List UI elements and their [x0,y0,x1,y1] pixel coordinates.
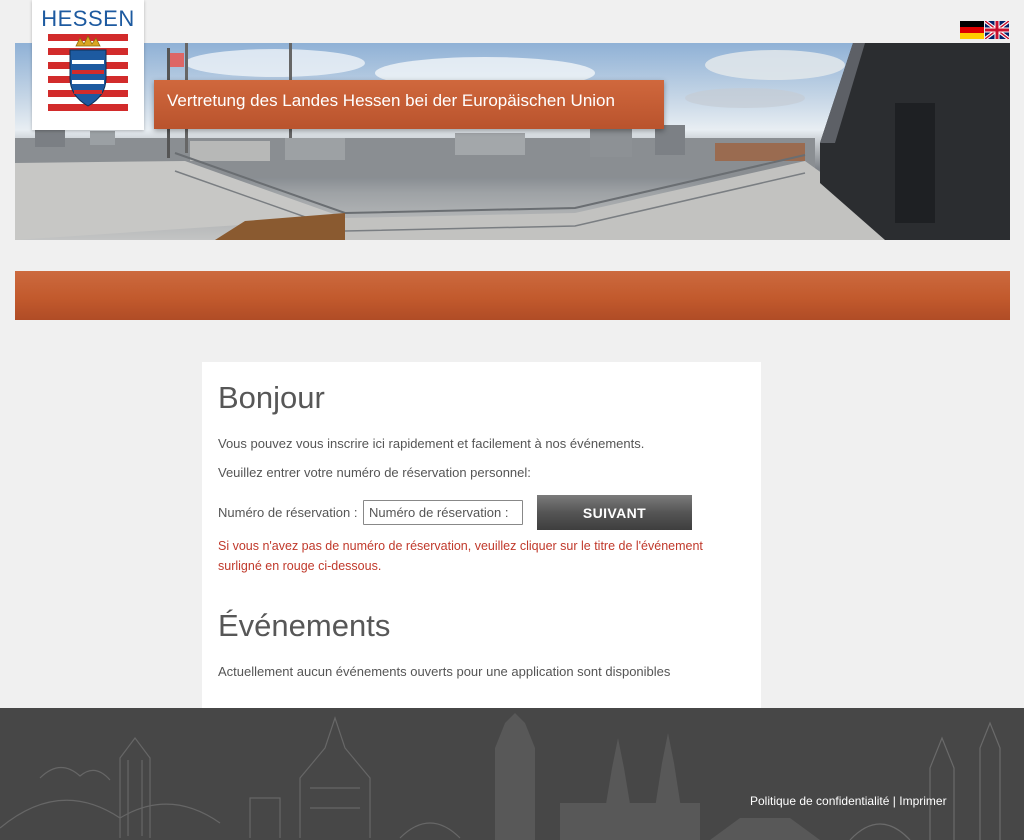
nav-bar [15,271,1010,320]
footer-links: Politique de confidentialité | Imprimer [750,794,947,808]
greeting-heading: Bonjour [218,380,325,415]
hessen-logo[interactable]: HESSEN [32,0,144,130]
footer-skyline-illustration [0,713,1001,840]
reservation-input[interactable] [363,500,523,525]
reservation-label: Numéro de réservation : [218,505,358,520]
instruction-text: Veuillez entrer votre numéro de réservat… [218,465,531,480]
privacy-link[interactable]: Politique de confidentialité [750,794,889,808]
site-title-box: Vertretung des Landes Hessen bei der Eur… [154,80,664,129]
warning-text: Si vous n'avez pas de numéro de réservat… [218,539,703,573]
events-heading: Événements [218,608,391,643]
hessen-coat-of-arms-icon [48,34,128,111]
footer: Politique de confidentialité | Imprimer [0,708,1024,840]
intro-text: Vous pouvez vous inscrire ici rapidement… [218,436,645,451]
english-flag-icon[interactable] [985,21,1009,39]
logo-text: HESSEN [41,6,135,31]
german-flag-icon[interactable] [960,21,984,39]
site-title: Vertretung des Landes Hessen bei der Eur… [167,91,615,110]
header-banner-image [15,43,1010,240]
events-empty-text: Actuellement aucun événements ouverts po… [218,664,671,679]
language-switcher [960,21,1009,39]
registration-card: Bonjour Vous pouvez vous inscrire ici ra… [202,362,761,708]
next-button[interactable]: SUIVANT [537,495,692,530]
footer-separator: | [889,794,900,808]
imprint-link[interactable]: Imprimer [899,794,946,808]
